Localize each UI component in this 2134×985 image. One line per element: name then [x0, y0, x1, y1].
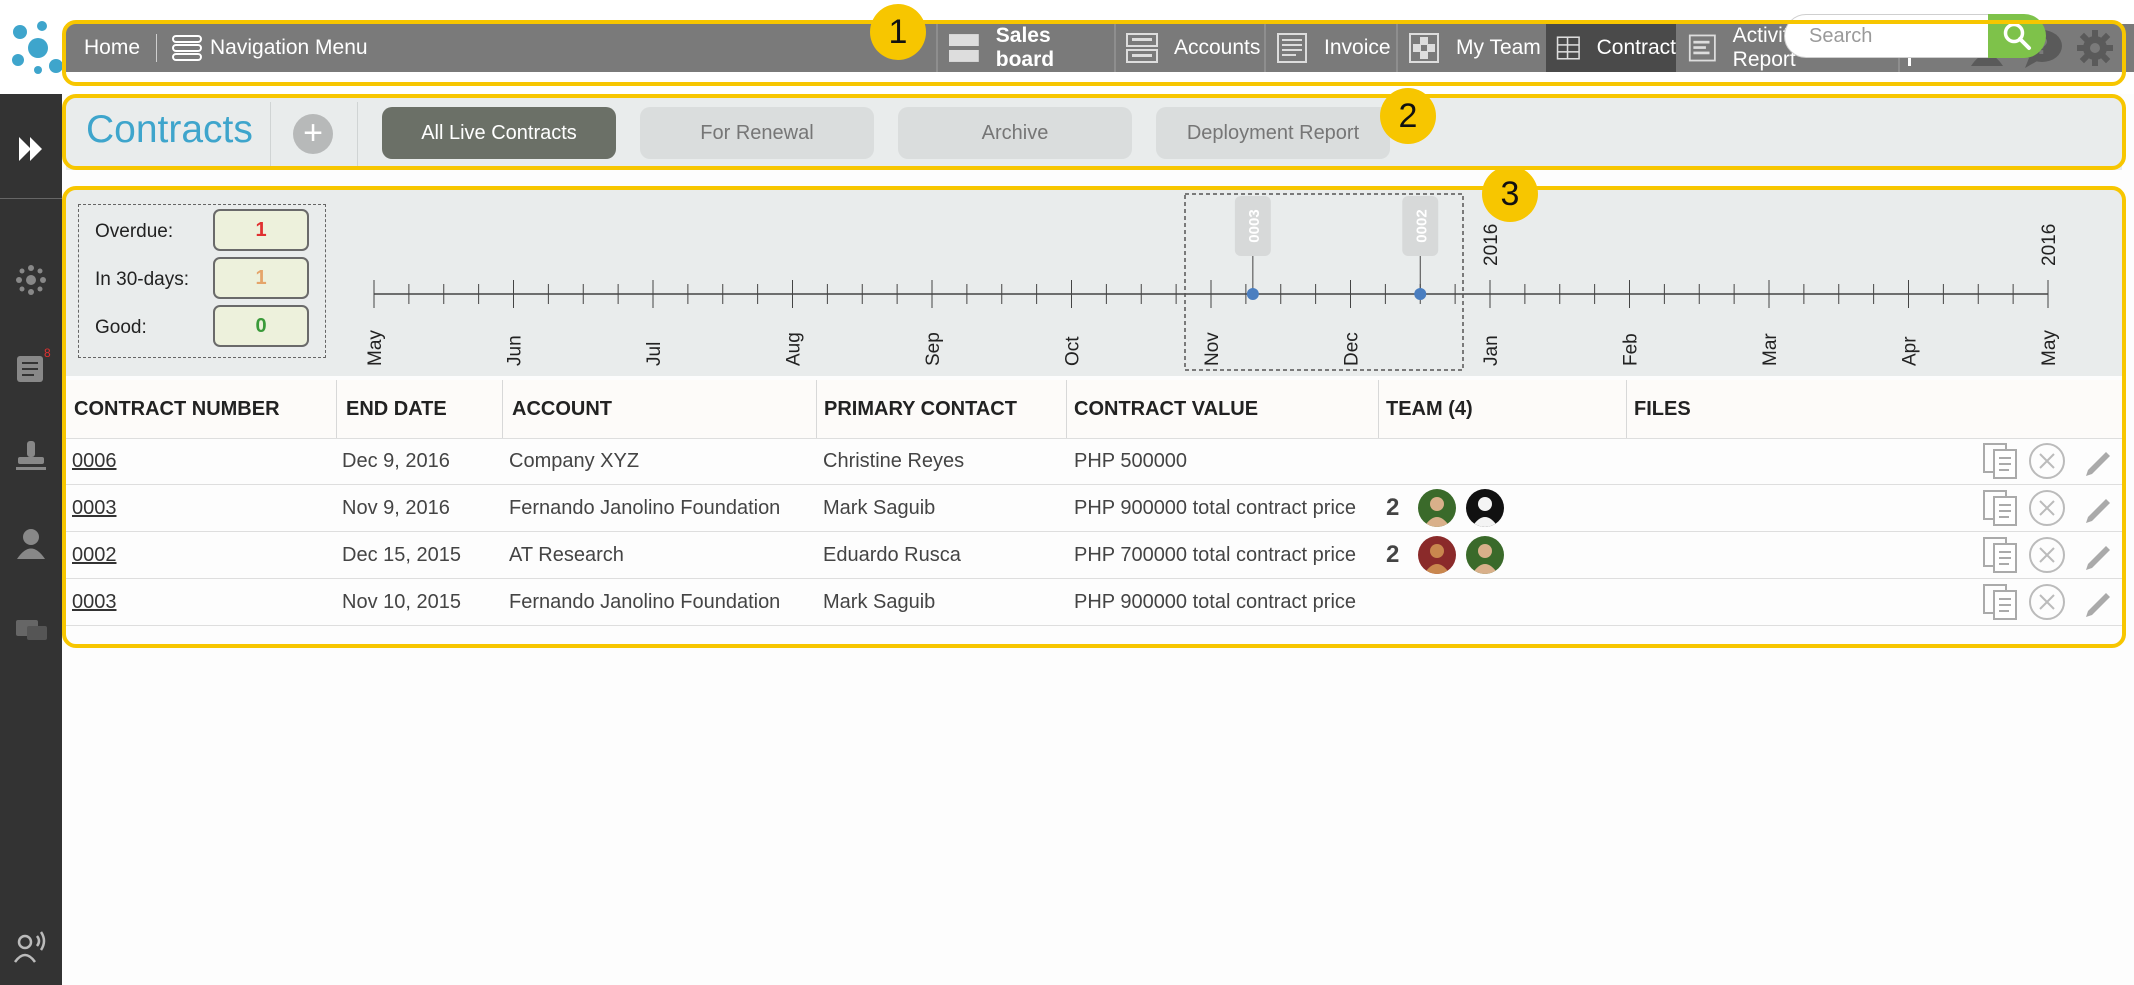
app-logo-icon[interactable] [8, 18, 66, 76]
callout-3: 3 [1482, 166, 1538, 222]
callout-1: 1 [870, 4, 926, 60]
sidebar-expand[interactable] [0, 134, 62, 164]
support-icon [13, 931, 46, 963]
person-icon [17, 529, 45, 559]
stamp-icon [16, 441, 46, 470]
callout-2: 2 [1380, 88, 1436, 144]
sidebar-item-person[interactable] [0, 526, 62, 562]
chat-icon [16, 620, 47, 640]
callout-box-1 [62, 20, 2126, 86]
expand-icon [19, 137, 42, 161]
sidebar-item-stamp[interactable] [0, 438, 62, 474]
sidebar-item-chat[interactable] [0, 614, 62, 650]
callout-box-3 [62, 186, 2126, 648]
callout-box-2 [62, 94, 2126, 170]
sidebar-item-support[interactable] [0, 928, 62, 964]
